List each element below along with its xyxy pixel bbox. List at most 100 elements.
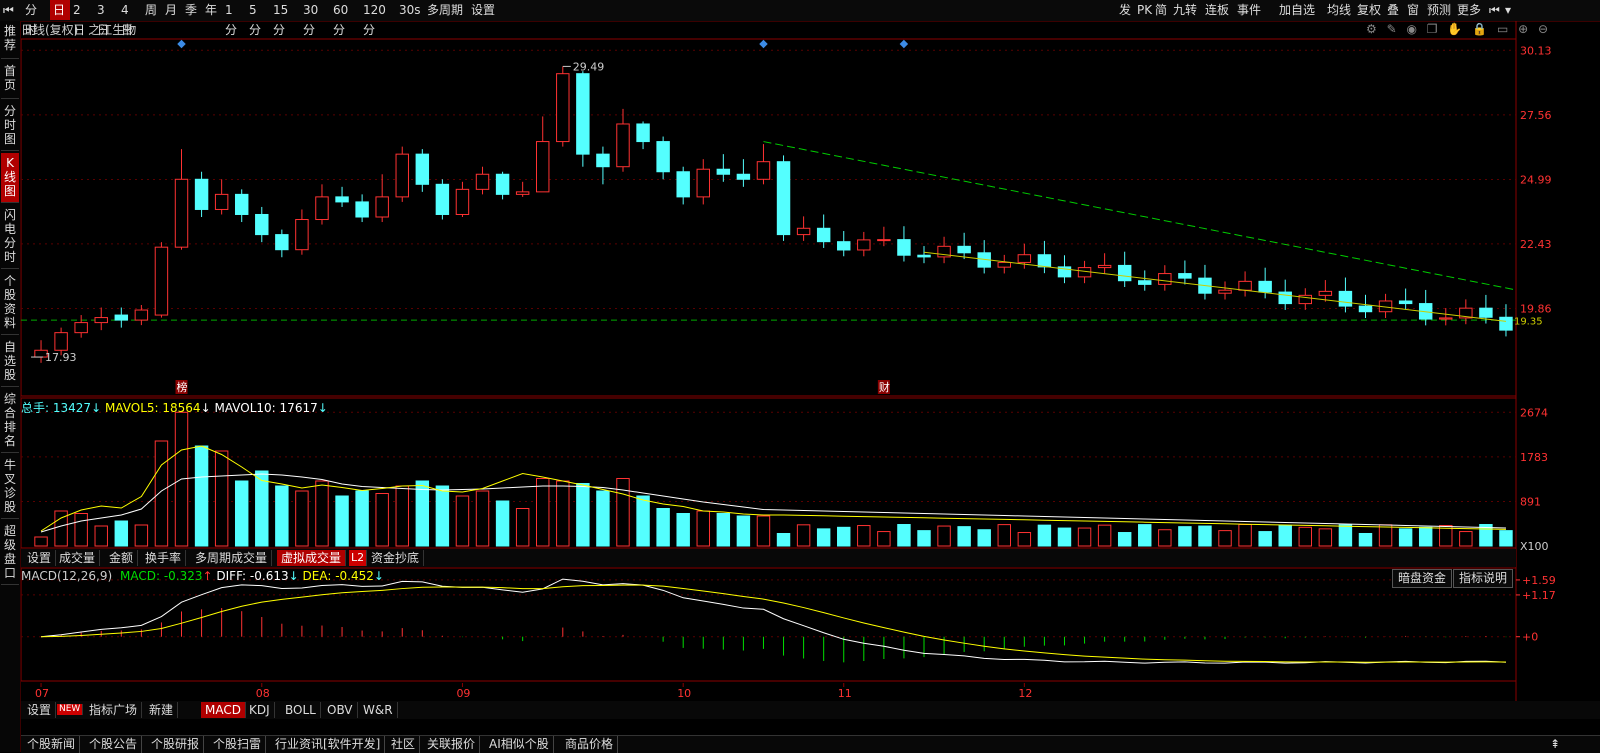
tool-tab[interactable]: 更多 [1454,0,1486,20]
candle-body [435,183,450,215]
indicator-help-button[interactable]: 指标说明 [1453,569,1514,588]
tool-tab[interactable]: 预测 [1424,0,1454,20]
tool-tab[interactable]: 简 [1152,0,1170,20]
down-arrow-icon: ↓ [373,569,384,583]
tool-tab[interactable]: 叠 [1384,0,1404,20]
note-icon[interactable]: ▭ [1497,22,1508,36]
gear-icon[interactable]: ⚙ [1366,22,1377,36]
candle-body [1398,300,1413,305]
top-toolbar: ⏮ 分时日 2日 3日 4日周月季年 1分 5分 15分 30分 60分 120分 30s 多周期 设置… [0,0,1600,37]
back-start-icon[interactable]: ⏮ [0,0,22,20]
volume-tab[interactable]: 金额 [105,550,139,566]
indicator-tab[interactable]: W&R [359,702,398,718]
news-tab[interactable]: 社区 [387,736,421,753]
tool-tab[interactable]: 发 [1116,0,1134,20]
volume-tab[interactable]: 多周期成交量 [191,550,273,566]
lock-icon[interactable]: 🔒 [1472,22,1487,36]
tool-tab[interactable]: 九转 [1170,0,1202,20]
period-tab[interactable]: 季 [182,0,202,20]
sidebar-tab[interactable]: 首页 [1,61,19,99]
period-tab[interactable]: 4日 [118,0,142,37]
period-tab[interactable]: 月 [162,0,182,20]
sidebar-tab[interactable]: 分时图 [1,101,19,151]
volume-tab[interactable]: L2 [349,550,368,566]
dark-pool-button[interactable]: 暗盘资金 [1392,569,1453,588]
high-price-label: 29.49 [573,60,605,73]
sidebar-tab[interactable]: 牛叉诊股 [1,455,19,519]
pen-icon[interactable]: ✎ [1387,22,1397,36]
eye-icon[interactable]: ◉ [1406,22,1416,36]
news-tab[interactable]: 个股扫雷 [209,736,267,753]
indicator-tab[interactable]: OBV [323,702,358,718]
period-tab[interactable]: 1分 [222,0,246,37]
period-tab[interactable]: 120分 [360,0,396,37]
indicator-tab[interactable]: BOLL [281,702,321,718]
volume-bar [1418,526,1433,547]
maximize-icon[interactable]: ⇞ [1550,736,1560,753]
volume-tab[interactable]: 成交量 [55,550,101,566]
sidebar-tab[interactable]: 自选股 [1,337,19,387]
tool-tab[interactable]: 复权 [1354,0,1384,20]
news-tab[interactable]: 关联报价 [423,736,481,753]
volume-bar [1499,530,1513,547]
sidebar-tab[interactable]: 推荐 [1,21,19,59]
volume-bar [435,485,450,547]
tool-tab[interactable]: 事件 [1234,0,1264,20]
tool-tab[interactable]: 窗 [1404,0,1424,20]
dea-line [41,584,1506,663]
indicator-tab[interactable]: 指标广场 [85,702,143,718]
indicator-tab[interactable]: KDJ [245,702,275,718]
volume-tab[interactable]: 设置 [23,550,57,566]
period-tab[interactable]: 30分 [300,0,330,37]
volume-bar [716,513,731,547]
tool-tab[interactable]: PK [1134,0,1152,20]
tool-tab[interactable]: 连板 [1202,0,1234,20]
period-tab[interactable]: 日 [50,0,70,20]
dropdown-icon[interactable]: ▾ [1502,0,1516,20]
news-tab[interactable]: 个股公告 [85,736,143,753]
candle-body [837,241,851,251]
volume-bar [696,510,710,547]
period-tab[interactable]: 年 [202,0,222,20]
sidebar-tab[interactable]: 闪电分时 [1,205,19,269]
sidebar-tab[interactable]: 综合排名 [1,389,19,453]
sidebar-tab[interactable]: 个股资料 [1,271,19,335]
period-tab[interactable]: 5分 [246,0,270,37]
candle-body [395,153,409,198]
tool-tab[interactable]: 均线 [1324,0,1354,20]
indicator-tab[interactable]: 新建 [145,702,179,718]
chart-area[interactable]: 30.13 27.56 24.99 22.43 19.86 29.49 17.93 19.35… [21,21,1600,735]
candle-body [515,191,530,195]
volume-tab[interactable]: 虚拟成交量 [277,550,347,566]
period-tab[interactable]: 60分 [330,0,360,37]
volume-tab[interactable]: 资金抄底 [367,550,425,566]
indicator-tab[interactable]: MACD [201,702,246,718]
hand-icon[interactable]: ✋ [1447,22,1462,36]
period-tab[interactable]: 设置 [468,0,498,20]
indicator-tab[interactable]: 设置 [23,702,57,718]
zoom-in-icon[interactable]: ⊕ [1518,22,1528,36]
news-tab[interactable]: 个股研报 [147,736,205,753]
news-tab[interactable]: AI相似个股 [485,736,554,753]
period-tab[interactable]: 周 [142,0,162,20]
tool-tab[interactable]: 加自选 [1276,0,1324,20]
zoom-out-icon[interactable]: ⊖ [1538,22,1548,36]
period-tab[interactable]: 30s [396,0,424,20]
volume-tab[interactable]: 换手率 [141,550,187,566]
macd-legend: MACD(12,26,9) MACD: -0.323↑ DIFF: -0.613… [21,569,384,584]
volume-bar [877,531,891,547]
news-tab[interactable]: 个股新闻 [23,736,81,753]
period-tab[interactable]: 2日 [70,0,94,37]
news-tab[interactable]: 行业资讯[软件开发] [271,736,386,753]
news-tab[interactable]: 商品价格 [561,736,619,753]
sidebar-tab[interactable]: 超级盘口 [1,521,19,585]
copy-icon[interactable]: ❐ [1427,22,1438,36]
period-tab[interactable]: 多周期 [424,0,468,20]
indicator-tab[interactable]: NEW [57,704,84,715]
period-tab[interactable]: 15分 [270,0,300,37]
period-tab[interactable]: 3日 [94,0,118,37]
x-axis-label: 12 [1018,687,1032,700]
event-diamond-icon [177,39,186,49]
period-tab[interactable]: 分时 [22,0,50,37]
sidebar-tab[interactable]: K线图 [1,153,19,203]
